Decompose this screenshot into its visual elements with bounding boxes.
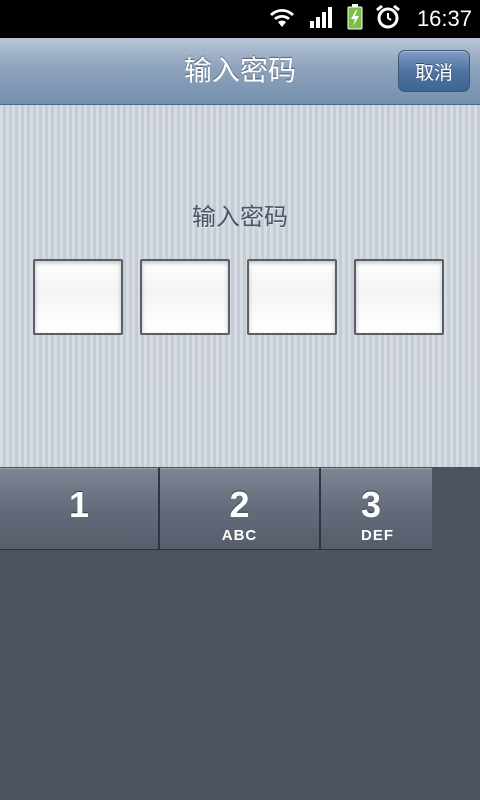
- key-3[interactable]: 3 DEF: [321, 468, 432, 550]
- passcode-prompt: 输入密码: [192, 203, 288, 231]
- cancel-button[interactable]: 取消: [398, 50, 470, 92]
- status-bar: 16:37: [0, 0, 480, 38]
- alarm-icon: [375, 4, 401, 34]
- key-letters: ABC: [221, 527, 258, 544]
- key-letters: DEF: [361, 527, 394, 544]
- status-icons: 16:37: [267, 0, 472, 38]
- passcode-digit-box-4: [354, 259, 444, 335]
- passcode-digit-box-2: [140, 259, 230, 335]
- battery-charging-icon: [347, 4, 363, 34]
- keypad: 1 2 ABC 3 DEF: [0, 468, 480, 800]
- clock: 16:37: [416, 6, 472, 31]
- wifi-icon: [267, 5, 297, 33]
- key-number: 2: [229, 484, 250, 525]
- passcode-panel: 输入密码: [0, 105, 480, 467]
- key-number: 3: [361, 484, 382, 525]
- passcode-digit-box-1: [33, 259, 123, 335]
- key-2[interactable]: 2 ABC: [160, 468, 319, 550]
- passcode-digit-box-3: [247, 259, 337, 335]
- nav-bar: 输入密码 取消: [0, 38, 480, 105]
- signal-icon: [309, 5, 335, 33]
- key-1[interactable]: 1: [0, 468, 158, 550]
- key-number: 1: [68, 484, 90, 525]
